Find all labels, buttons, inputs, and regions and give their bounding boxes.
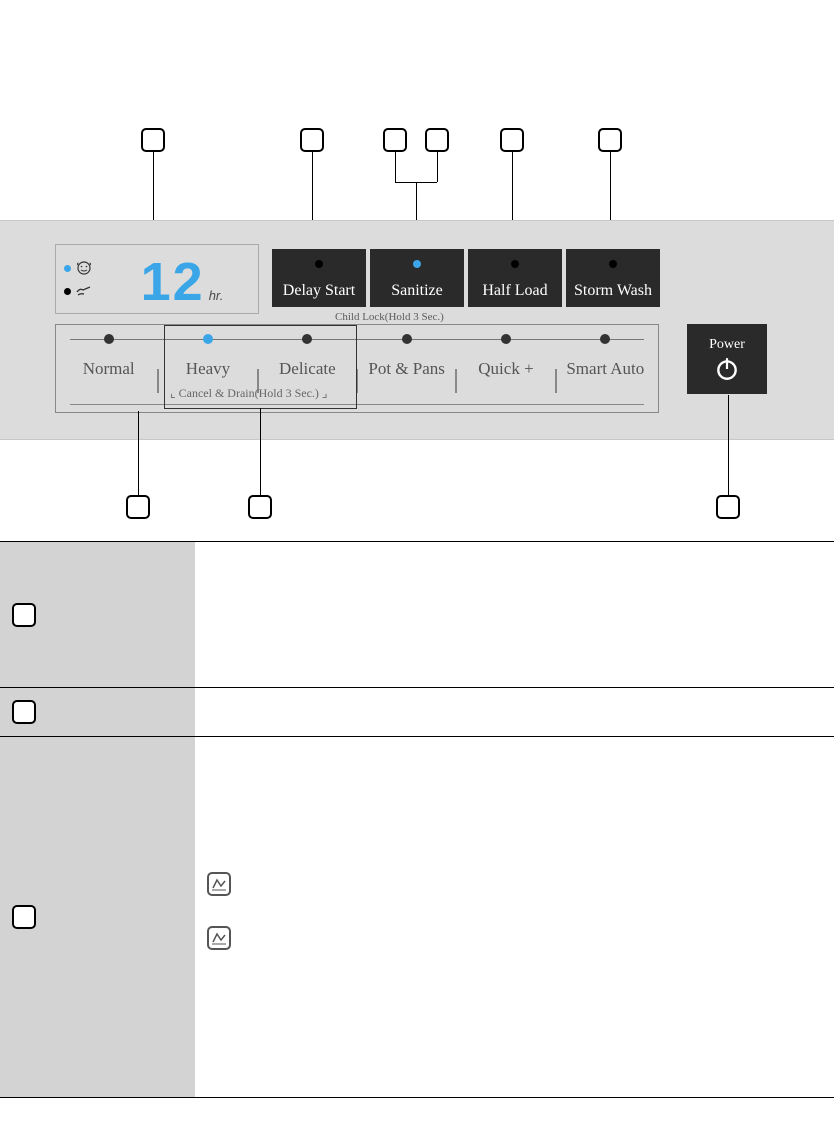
row-marker-cell	[0, 542, 195, 687]
led-icon	[501, 334, 511, 344]
rinse-icon	[75, 285, 93, 297]
connector	[728, 395, 729, 495]
note-icon	[207, 872, 231, 896]
cycle-label: Smart Auto	[566, 359, 644, 378]
row-marker-cell	[0, 737, 195, 1097]
button-label: Delay Start	[283, 282, 355, 300]
connector	[395, 152, 396, 182]
page: { "display": { "digits": "12", "unit": "…	[0, 0, 834, 1121]
table-row	[0, 541, 834, 687]
connector	[138, 411, 139, 495]
display-indicators	[56, 245, 106, 313]
face-icon	[75, 261, 93, 275]
led-icon	[609, 260, 617, 268]
power-button[interactable]: Power	[687, 324, 767, 394]
half-load-button[interactable]: Half Load	[468, 249, 562, 307]
led-icon	[104, 334, 114, 344]
callout-8	[248, 495, 272, 519]
row-marker	[12, 700, 36, 724]
led-icon	[600, 334, 610, 344]
callout-3a	[383, 128, 407, 152]
callout-3b	[425, 128, 449, 152]
led-icon	[402, 334, 412, 344]
option-buttons: Delay Start Sanitize Half Load Storm Was…	[272, 249, 660, 307]
cycle-label: Quick +	[478, 359, 533, 378]
note-icon	[207, 926, 231, 950]
divider	[70, 404, 644, 405]
callout-4	[500, 128, 524, 152]
display-digits: 12	[141, 255, 205, 309]
display: 12 hr.	[55, 244, 259, 314]
button-label: Half Load	[482, 282, 547, 300]
note	[207, 872, 822, 896]
table-row	[0, 687, 834, 736]
child-lock-indicator	[64, 261, 106, 275]
child-lock-hint: Child Lock(Hold 3 Sec.)	[335, 311, 444, 323]
led-icon	[315, 260, 323, 268]
time-display: 12 hr.	[106, 245, 258, 313]
cycle-selector: Normal Heavy Delicate Pot & Pans	[60, 326, 654, 406]
connector	[437, 152, 438, 182]
row-content	[195, 737, 834, 1097]
led-icon	[413, 260, 421, 268]
callout-6	[716, 495, 740, 519]
row-content	[195, 542, 834, 687]
power-icon	[714, 356, 740, 382]
connector	[260, 408, 261, 495]
delay-start-button[interactable]: Delay Start	[272, 249, 366, 307]
storm-wash-button[interactable]: Storm Wash	[566, 249, 660, 307]
rinse-aid-indicator	[64, 285, 106, 297]
cycle-pot-pans[interactable]: Pot & Pans	[358, 326, 455, 379]
power-label: Power	[709, 337, 745, 353]
row-marker-cell	[0, 688, 195, 736]
row-content	[195, 688, 834, 736]
button-label: Sanitize	[391, 282, 443, 300]
led-icon	[511, 260, 519, 268]
callout-2	[300, 128, 324, 152]
row-marker	[12, 905, 36, 929]
table-row	[0, 736, 834, 1098]
description-table	[0, 541, 834, 1098]
cycle-normal[interactable]: Normal	[60, 326, 157, 379]
cycle-label: Normal	[83, 359, 135, 378]
cycle-label: Pot & Pans	[368, 359, 445, 378]
control-panel: 12 hr. Delay Start Sanitize Half Load St…	[0, 220, 834, 440]
note	[207, 926, 822, 950]
cycle-quick[interactable]: Quick +	[457, 326, 554, 379]
cycle-smart-auto[interactable]: Smart Auto	[557, 326, 654, 379]
callout-1	[141, 128, 165, 152]
button-label: Storm Wash	[574, 282, 652, 300]
row-marker	[12, 603, 36, 627]
cancel-drain-outline	[164, 325, 357, 409]
display-unit: hr.	[209, 288, 224, 303]
callout-7	[126, 495, 150, 519]
callout-5	[598, 128, 622, 152]
sanitize-button[interactable]: Sanitize	[370, 249, 464, 307]
